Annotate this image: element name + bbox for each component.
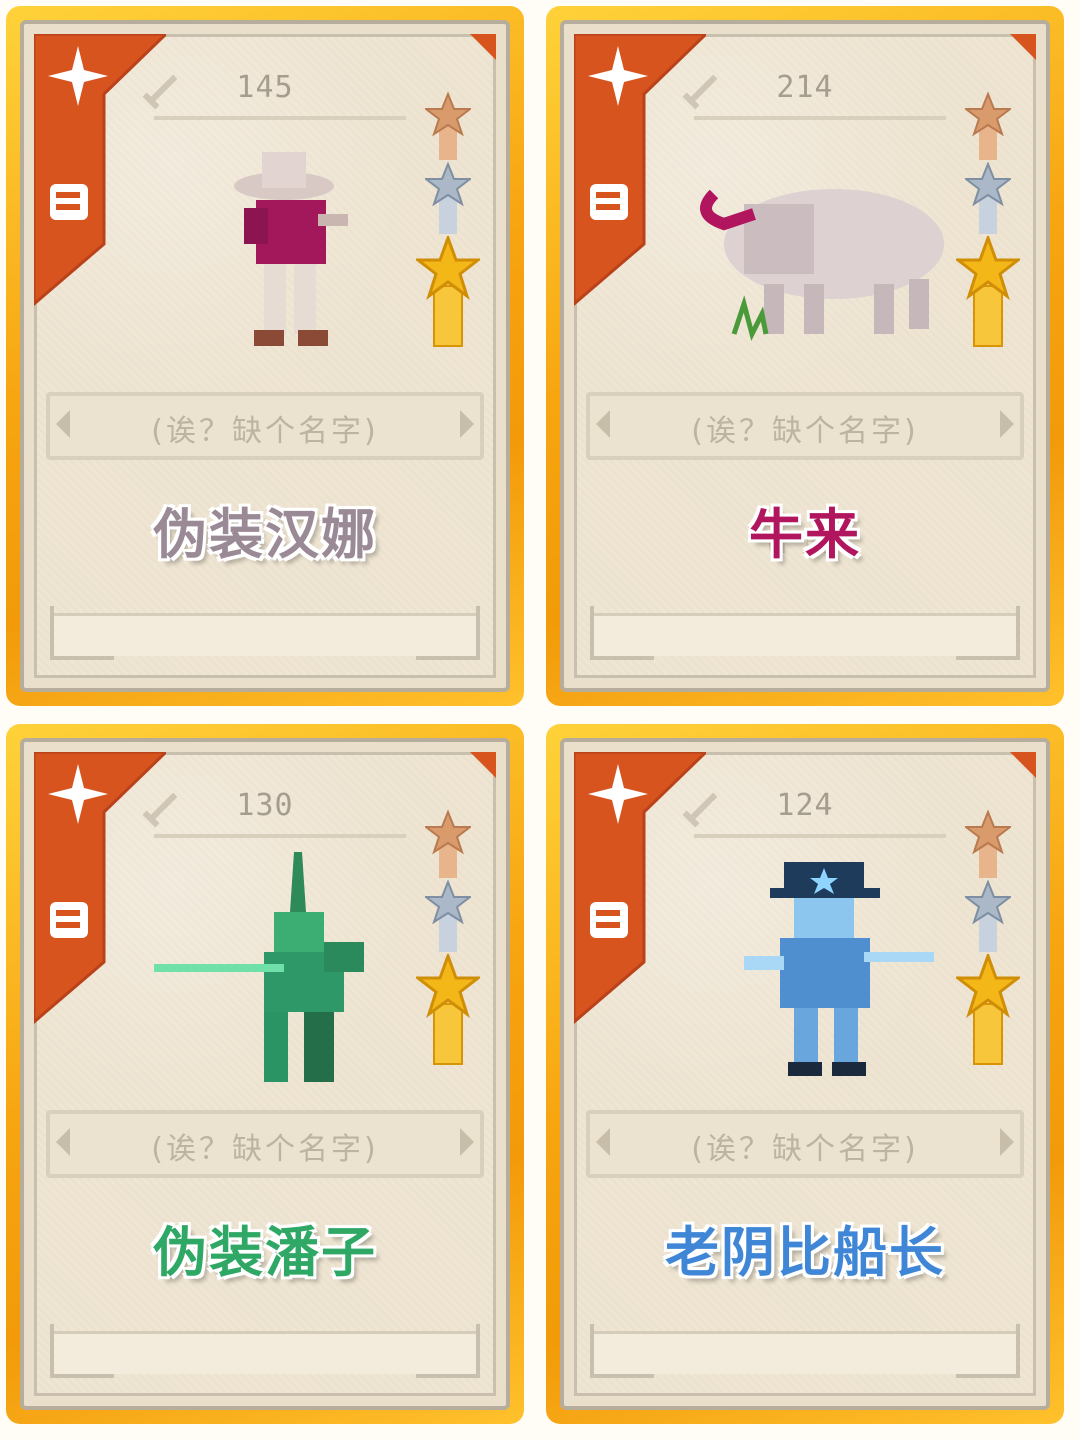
name-placeholder: (诶？缺个名字) [151, 1132, 379, 1167]
corner-ornament [956, 606, 1020, 660]
cowgirl-pink-icon [234, 152, 348, 346]
corner-ornament [1010, 752, 1036, 778]
medal-column [416, 92, 480, 348]
overlay-caption: 老阴比船长 [664, 1220, 945, 1286]
card-footer [594, 1331, 1016, 1374]
bronze-star-icon [965, 810, 1011, 878]
card-face: 124 (诶？缺个名字) [560, 738, 1050, 1410]
gold-star-icon [956, 236, 1020, 347]
next-name-arrow-icon[interactable] [460, 1128, 474, 1156]
medal-column [956, 810, 1020, 1066]
gold-star-icon [416, 954, 480, 1065]
creature-card[interactable]: 130 (诶？缺个名字) 伪装潘子 [6, 724, 524, 1424]
silver-star-icon [965, 880, 1011, 952]
silver-star-icon [425, 880, 471, 952]
gold-star-icon [416, 236, 480, 347]
green-swordsman-icon [154, 852, 364, 1082]
bronze-star-icon [425, 810, 471, 878]
name-placeholder: (诶？缺个名字) [691, 1132, 919, 1167]
name-field[interactable]: (诶？缺个名字) [586, 392, 1024, 460]
corner-ornament [470, 34, 496, 60]
card-face: 145 (诶？缺个名字) [20, 20, 510, 692]
corner-ornament [50, 606, 114, 660]
attack-divider [694, 834, 946, 838]
silver-star-icon [425, 162, 471, 234]
corner-ornament [590, 606, 654, 660]
medal-column [956, 92, 1020, 348]
ghost-captain-icon [744, 862, 934, 1076]
name-field[interactable]: (诶？缺个名字) [46, 1110, 484, 1178]
corner-ornament [590, 1324, 654, 1378]
attack-divider [154, 834, 406, 838]
bronze-star-icon [965, 92, 1011, 160]
overlay-caption: 伪装潘子 [152, 1220, 377, 1286]
name-placeholder: (诶？缺个名字) [691, 414, 919, 449]
corner-ornament [50, 1324, 114, 1378]
name-field[interactable]: (诶？缺个名字) [586, 1110, 1024, 1178]
corner-ornament [470, 752, 496, 778]
medal-column [416, 810, 480, 1066]
creature-card[interactable]: 124 (诶？缺个名字) 老阴比船长 [546, 724, 1064, 1424]
corner-ornament [956, 1324, 1020, 1378]
overlay-caption: 伪装汉娜 [152, 502, 377, 568]
ox-beast-icon [700, 189, 944, 342]
creature-card[interactable]: 214 (诶？缺个名字) (i 息) 牛来 [546, 6, 1064, 706]
card-footer [54, 613, 476, 656]
silver-star-icon [965, 162, 1011, 234]
overlay-caption: 牛来 [748, 502, 861, 568]
next-name-arrow-icon[interactable] [1000, 410, 1014, 438]
attack-divider [154, 116, 406, 120]
next-name-arrow-icon[interactable] [1000, 1128, 1014, 1156]
card-face: 130 (诶？缺个名字) [20, 738, 510, 1410]
gold-star-icon [956, 954, 1020, 1065]
card-footer [594, 613, 1016, 656]
corner-ornament [416, 1324, 480, 1378]
corner-ornament [416, 606, 480, 660]
creature-card[interactable]: 145 (诶？缺个名字) 伪装汉娜 [6, 6, 524, 706]
card-face: 214 (诶？缺个名字) (i 息) [560, 20, 1050, 692]
bronze-star-icon [425, 92, 471, 160]
card-footer [54, 1331, 476, 1374]
corner-ornament [1010, 34, 1036, 60]
name-field[interactable]: (诶？缺个名字) [46, 392, 484, 460]
name-placeholder: (诶？缺个名字) [151, 414, 379, 449]
attack-divider [694, 116, 946, 120]
next-name-arrow-icon[interactable] [460, 410, 474, 438]
